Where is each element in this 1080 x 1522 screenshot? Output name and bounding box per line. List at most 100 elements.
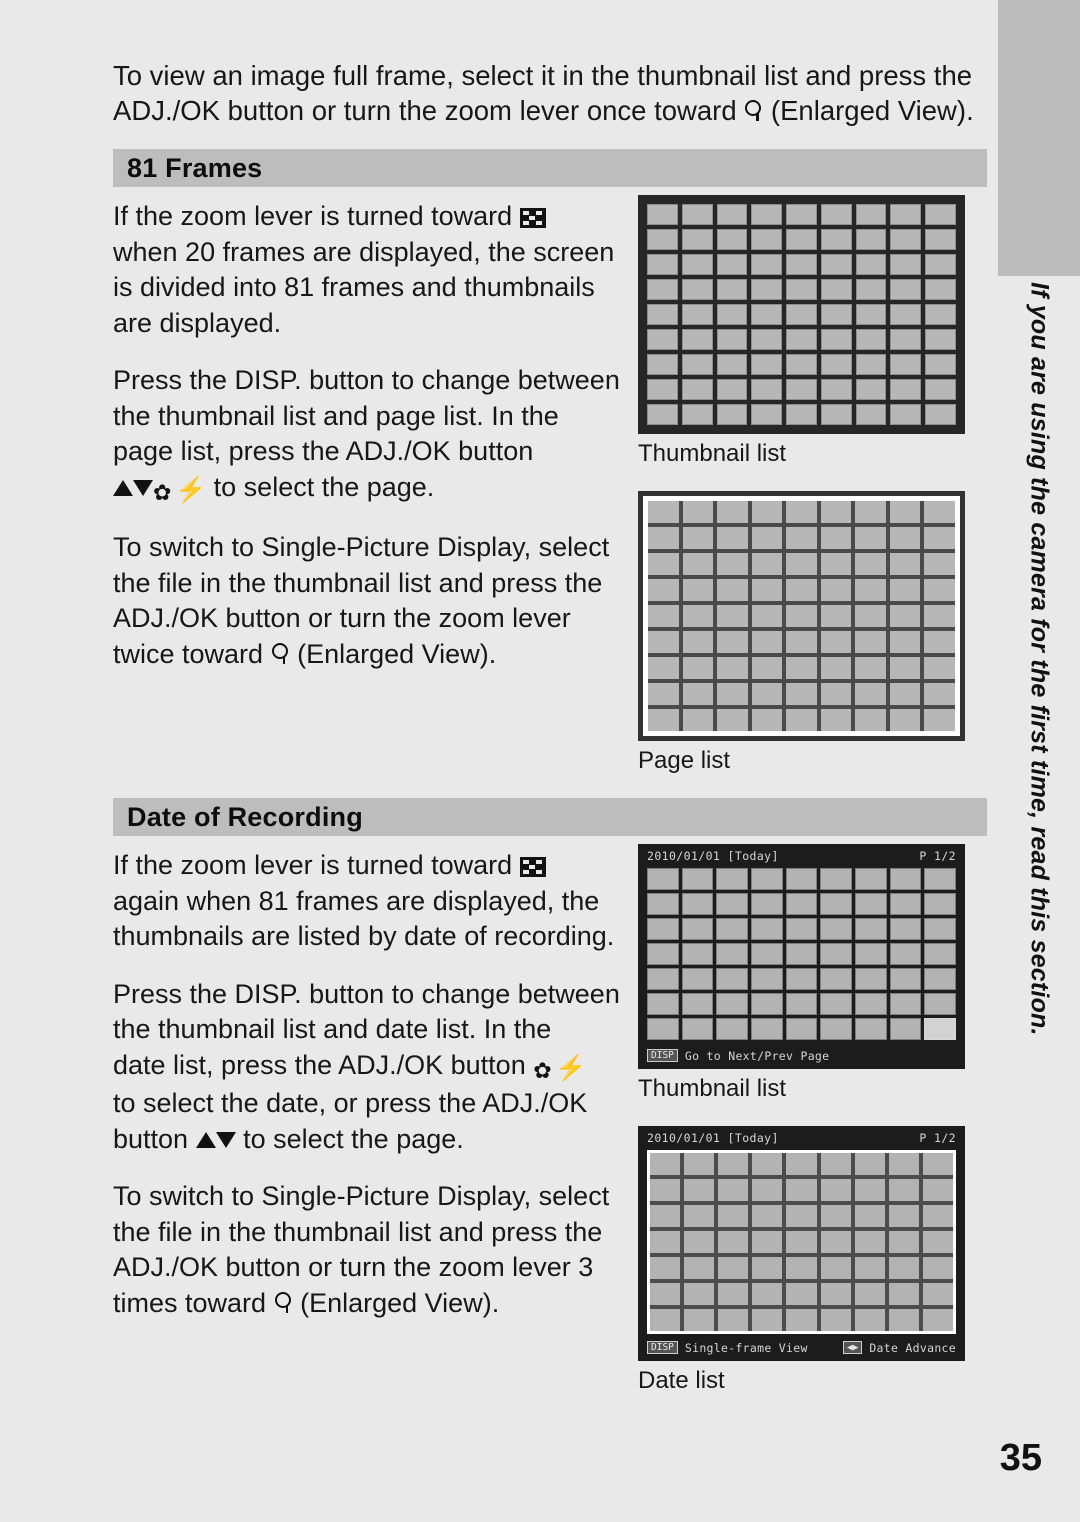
thumbnail-cell[interactable] — [889, 709, 921, 731]
thumbnail-cell[interactable] — [925, 329, 956, 350]
thumbnail-cell[interactable] — [889, 579, 921, 601]
thumbnail-cell[interactable] — [820, 229, 852, 250]
thumbnail-cell[interactable] — [924, 631, 955, 653]
thumbnail-cell[interactable] — [889, 993, 922, 1015]
thumbnail-cell[interactable] — [820, 1018, 852, 1040]
thumbnail-cell[interactable] — [924, 657, 955, 679]
thumbnail-cell[interactable] — [648, 527, 679, 549]
thumbnail-cell[interactable] — [716, 354, 748, 375]
thumbnail-cell[interactable] — [820, 304, 852, 325]
thumbnail-cell[interactable] — [922, 1231, 953, 1253]
thumbnail-cell[interactable] — [648, 501, 679, 523]
thumbnail-cell[interactable] — [681, 943, 714, 965]
thumbnail-cell[interactable] — [681, 254, 713, 275]
thumbnail-cell[interactable] — [786, 379, 817, 400]
thumbnail-cell[interactable] — [855, 379, 887, 400]
thumbnail-cell[interactable] — [888, 1179, 919, 1201]
thumbnail-cell[interactable] — [925, 229, 956, 250]
thumbnail-cell[interactable] — [924, 683, 955, 705]
thumbnail-cell[interactable] — [786, 1257, 817, 1279]
thumbnail-cell[interactable] — [785, 918, 818, 940]
thumbnail-cell[interactable] — [820, 329, 852, 350]
thumbnail-cell[interactable] — [718, 1205, 749, 1227]
thumbnail-cell[interactable] — [648, 683, 679, 705]
thumbnail-cell[interactable] — [890, 204, 922, 225]
thumbnail-cell[interactable] — [752, 1309, 783, 1331]
thumbnail-cell[interactable] — [924, 968, 956, 990]
thumbnail-cell[interactable] — [820, 1205, 851, 1227]
thumbnail-cell[interactable] — [820, 1179, 851, 1201]
thumbnail-cell[interactable] — [752, 1283, 783, 1305]
thumbnail-cell[interactable] — [925, 404, 956, 425]
thumbnail-cell[interactable] — [751, 279, 783, 300]
thumbnail-cell[interactable] — [855, 631, 886, 653]
thumbnail-cell[interactable] — [717, 527, 748, 549]
thumbnail-cell[interactable] — [752, 1231, 783, 1253]
thumbnail-cell[interactable] — [682, 657, 714, 679]
thumbnail-cell[interactable] — [750, 993, 783, 1015]
thumbnail-cell[interactable] — [855, 683, 886, 705]
thumbnail-cell[interactable] — [785, 943, 818, 965]
thumbnail-cell[interactable] — [684, 1309, 715, 1331]
thumbnail-cell[interactable] — [855, 553, 886, 575]
thumbnail-cell[interactable] — [922, 1205, 953, 1227]
thumbnail-cell[interactable] — [820, 1257, 851, 1279]
thumbnail-cell[interactable] — [682, 553, 714, 575]
thumbnail-cell[interactable] — [718, 1153, 749, 1175]
thumbnail-cell[interactable] — [716, 329, 748, 350]
thumbnail-cell[interactable] — [716, 279, 748, 300]
thumbnail-cell[interactable] — [925, 254, 956, 275]
thumbnail-cell[interactable] — [820, 501, 852, 523]
thumbnail-cell[interactable] — [820, 918, 852, 940]
thumbnail-cell[interactable] — [925, 304, 956, 325]
thumbnail-cell[interactable] — [924, 918, 956, 940]
thumbnail-cell[interactable] — [682, 605, 714, 627]
thumbnail-cell[interactable] — [716, 993, 748, 1015]
thumbnail-cell[interactable] — [888, 1257, 919, 1279]
thumbnail-cell[interactable] — [820, 657, 852, 679]
thumbnail-cell[interactable] — [854, 1283, 885, 1305]
thumbnail-cell[interactable] — [820, 354, 852, 375]
thumbnail-cell[interactable] — [718, 1179, 749, 1201]
thumbnail-cell[interactable] — [681, 918, 714, 940]
thumbnail-cell[interactable] — [889, 501, 921, 523]
thumbnail-cell[interactable] — [718, 1231, 749, 1253]
thumbnail-cell[interactable] — [924, 1018, 956, 1040]
thumbnail-cell[interactable] — [889, 1018, 922, 1040]
thumbnail-cell[interactable] — [854, 968, 887, 990]
thumbnail-cell[interactable] — [750, 918, 783, 940]
thumbnail-cell[interactable] — [751, 404, 783, 425]
thumbnail-cell[interactable] — [820, 1153, 851, 1175]
thumbnail-cell[interactable] — [684, 1231, 715, 1253]
thumbnail-cell[interactable] — [718, 1283, 749, 1305]
thumbnail-cell[interactable] — [786, 1309, 817, 1331]
thumbnail-cell[interactable] — [786, 683, 817, 705]
thumbnail-cell[interactable] — [889, 605, 921, 627]
thumbnail-cell[interactable] — [820, 868, 852, 890]
thumbnail-cell[interactable] — [647, 229, 678, 250]
thumbnail-cell[interactable] — [820, 968, 852, 990]
thumbnail-cell[interactable] — [786, 657, 817, 679]
thumbnail-cell[interactable] — [854, 893, 887, 915]
thumbnail-cell[interactable] — [925, 279, 956, 300]
thumbnail-cell[interactable] — [925, 379, 956, 400]
thumbnail-cell[interactable] — [648, 553, 679, 575]
thumbnail-cell[interactable] — [855, 527, 886, 549]
thumbnail-cell[interactable] — [682, 709, 714, 731]
thumbnail-cell[interactable] — [751, 683, 783, 705]
thumbnail-cell[interactable] — [716, 918, 748, 940]
thumbnail-cell[interactable] — [890, 404, 922, 425]
thumbnail-cell[interactable] — [924, 579, 955, 601]
thumbnail-cell[interactable] — [820, 579, 852, 601]
thumbnail-cell[interactable] — [681, 329, 713, 350]
thumbnail-cell[interactable] — [820, 993, 852, 1015]
thumbnail-cell[interactable] — [820, 943, 852, 965]
thumbnail-cell[interactable] — [751, 709, 783, 731]
thumbnail-cell[interactable] — [716, 1018, 748, 1040]
thumbnail-cell[interactable] — [820, 254, 852, 275]
thumbnail-cell[interactable] — [855, 709, 886, 731]
thumbnail-cell[interactable] — [855, 579, 886, 601]
thumbnail-cell[interactable] — [751, 229, 783, 250]
thumbnail-cell[interactable] — [889, 631, 921, 653]
thumbnail-cell[interactable] — [889, 527, 921, 549]
